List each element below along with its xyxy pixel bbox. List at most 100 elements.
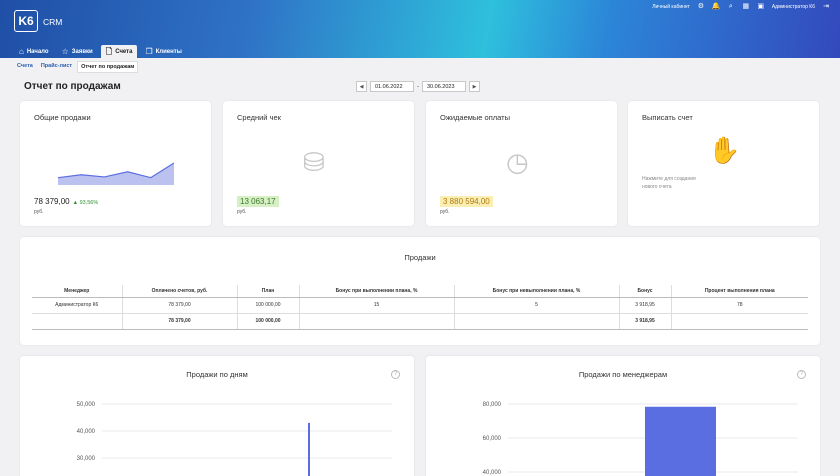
col-paid: Оплачено счетов, руб.	[122, 285, 238, 298]
date-from-input[interactable]: 01.06.2022	[370, 81, 414, 92]
cell-bonus-met: 15	[299, 297, 455, 314]
bar[interactable]	[645, 406, 716, 476]
y-tick-label: 60,000	[483, 436, 502, 442]
help-icon[interactable]: ?	[797, 370, 806, 379]
next-period-button[interactable]: ▶	[469, 81, 480, 92]
breadcrumb-invoices[interactable]: Счета	[14, 61, 36, 73]
user-name[interactable]: Администратор К6	[772, 4, 815, 10]
expected-payments-amount: 3 880 594,00	[440, 196, 493, 207]
total-sales-value: 78 379,00 ▲ 93,56%	[34, 197, 98, 206]
prev-period-button[interactable]: ◀	[356, 81, 367, 92]
average-check-value: 13 063,17	[237, 196, 279, 207]
total-plan-percent	[671, 313, 808, 330]
table-row: Администратор К6 78 379,00 100 000,00 15…	[32, 297, 808, 314]
expected-payments-value: 3 880 594,00	[440, 196, 493, 207]
col-plan: План	[237, 285, 300, 298]
card-title: Ожидаемые оплаты	[440, 113, 511, 122]
tab-invoices[interactable]: 🗋 Счета	[100, 45, 138, 58]
cell-paid: 78 379,00	[122, 297, 238, 314]
breadcrumb-sales-report[interactable]: Отчет по продажам	[77, 61, 139, 73]
date-range: ◀ 01.06.2022 - 30.06.2023 ▶	[356, 81, 480, 92]
table-total-row: 78 379,00 100 000,00 3 918,95	[32, 313, 808, 330]
sales-table: Менеджер Оплачено счетов, руб. План Бону…	[32, 285, 808, 330]
coins-icon: ⛁	[303, 147, 325, 177]
y-tick-label: 40,000	[77, 429, 96, 435]
personal-cabinet-link[interactable]: Личный кабинет	[652, 4, 690, 10]
cell-bonus: 3 918,95	[619, 297, 672, 314]
col-bonus: Бонус	[619, 285, 672, 298]
app-header: K6 CRM Личный кабинет ⚙ 🔔 ⌕ ▦ ▣ Админист…	[0, 0, 840, 58]
sales-table-card: Продажи Менеджер Оплачено счетов, руб. П…	[20, 237, 820, 345]
home-icon: ⌂	[19, 46, 24, 56]
tab-label: Начало	[26, 48, 49, 55]
page-title: Отчет по продажам	[24, 81, 121, 92]
total-manager	[32, 313, 123, 330]
tab-home[interactable]: ⌂ Начало	[14, 45, 54, 58]
sales-by-managers-card: Продажи по менеджерам ? 80,000 60,000 40,0…	[426, 356, 820, 476]
col-bonus-unmet: Бонус при невыполнении плана, %	[454, 285, 620, 298]
app-logo[interactable]: K6	[14, 10, 38, 32]
sales-by-managers-chart: 80,000 60,000 40,000	[483, 402, 798, 476]
card-title: Выписать счет	[642, 113, 693, 122]
average-check-card[interactable]: Средний чек ⛁ 13 063,17 руб.	[223, 101, 414, 226]
sales-table-title: Продажи	[404, 253, 436, 262]
tab-label: Счета	[115, 48, 133, 55]
card-title: Общие продажи	[34, 113, 91, 122]
tab-clients[interactable]: ❐ Клиенты	[140, 45, 186, 58]
total-plan: 100 000,00	[237, 313, 300, 330]
expected-payments-unit: руб.	[440, 209, 450, 215]
total-bonus-unmet	[454, 313, 620, 330]
total-bonus-met	[299, 313, 455, 330]
app-name: CRM	[43, 17, 63, 27]
average-check-unit: руб.	[237, 209, 247, 215]
total-sales-card[interactable]: Общие продажи 78 379,00 ▲ 93,56% руб.	[20, 101, 211, 226]
search-icon[interactable]: ⌕	[727, 3, 735, 11]
create-invoice-hint: Нажмите для создания нового счета	[642, 176, 696, 190]
document-icon: 🗋	[105, 46, 113, 56]
chart-title: Продажи по дням	[186, 370, 248, 379]
logout-icon[interactable]: ⇥	[822, 3, 830, 11]
star-icon: ☆	[61, 46, 69, 56]
create-invoice-card[interactable]: Выписать счет ✋ Нажмите для создания нов…	[628, 101, 819, 226]
calendar-icon[interactable]: ▦	[742, 3, 750, 11]
y-tick-label: 30,000	[77, 456, 96, 462]
bell-icon[interactable]: 🔔	[712, 3, 721, 11]
y-tick-label: 80,000	[483, 402, 502, 408]
total-sales-unit: руб.	[34, 209, 44, 215]
cell-manager: Администратор К6	[32, 297, 123, 314]
breadcrumb: Счета Прайс-лист Отчет по продажам	[14, 61, 139, 73]
col-bonus-met: Бонус при выполнении плана, %	[299, 285, 455, 298]
top-right-bar: Личный кабинет ⚙ 🔔 ⌕ ▦ ▣ Администратор К…	[652, 3, 830, 11]
table-header-row: Менеджер Оплачено счетов, руб. План Бону…	[32, 285, 808, 298]
bar[interactable]	[308, 422, 310, 476]
cell-plan-percent: 78	[671, 297, 808, 314]
total-sales-change: ▲ 93,56%	[72, 200, 99, 206]
tab-label: Заявки	[71, 48, 93, 55]
cell-plan: 100 000,00	[237, 297, 300, 314]
tab-requests[interactable]: ☆ Заявки	[57, 45, 98, 58]
sales-by-days-chart: 50,000 40,000 30,000	[77, 402, 392, 476]
total-sales-amount: 78 379,00	[34, 197, 70, 206]
col-manager: Менеджер	[32, 285, 123, 298]
average-check-amount: 13 063,17	[237, 196, 279, 207]
card-title: Средний чек	[237, 113, 281, 122]
total-paid: 78 379,00	[122, 313, 238, 330]
col-plan-percent: Процент выполнения плана	[671, 285, 808, 298]
date-separator: -	[417, 83, 419, 90]
date-to-input[interactable]: 30.06.2023	[422, 81, 466, 92]
clock-plus-icon: ◷	[506, 147, 529, 177]
breadcrumb-price-list[interactable]: Прайс-лист	[38, 61, 75, 73]
expected-payments-card[interactable]: Ожидаемые оплаты ◷ 3 880 594,00 руб.	[426, 101, 617, 226]
total-sales-sparkline	[57, 162, 175, 185]
gear-icon[interactable]: ⚙	[697, 3, 705, 11]
clients-icon: ❐	[145, 46, 153, 56]
help-icon[interactable]: ?	[391, 370, 400, 379]
cell-bonus-unmet: 5	[454, 297, 620, 314]
tab-label: Клиенты	[155, 48, 182, 55]
y-tick-label: 50,000	[77, 402, 96, 408]
sales-by-days-card: Продажи по дням ? 50,000 40,000 30,000	[20, 356, 414, 476]
chart-title: Продажи по менеджерам	[578, 370, 668, 379]
main-tabs: ⌂ Начало ☆ Заявки 🗋 Счета ❐ Клиенты	[14, 45, 187, 58]
hand-money-icon: ✋	[708, 135, 741, 165]
chat-icon[interactable]: ▣	[757, 3, 765, 11]
